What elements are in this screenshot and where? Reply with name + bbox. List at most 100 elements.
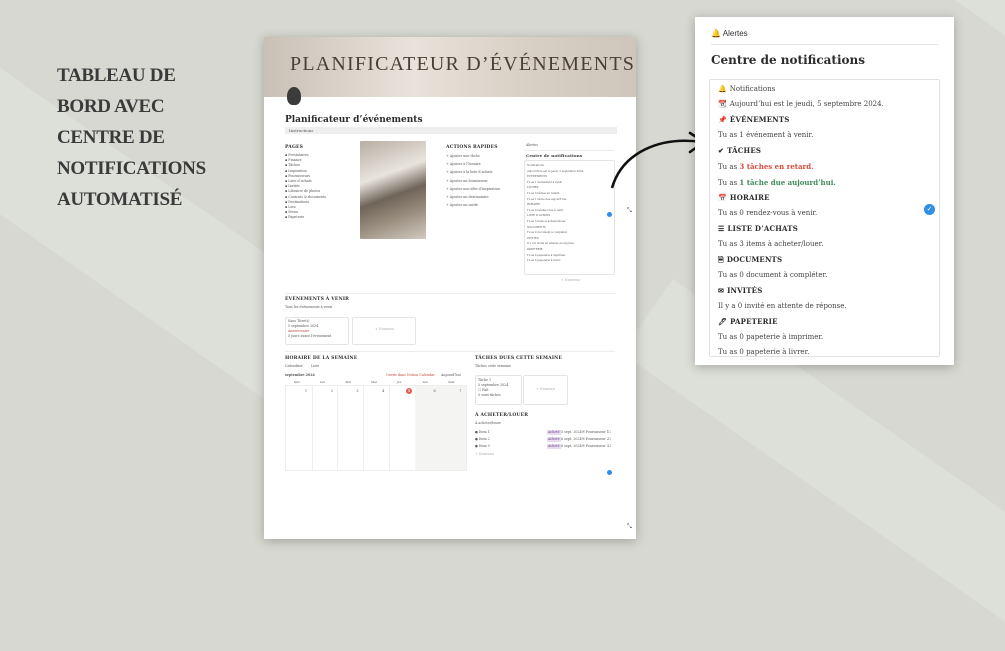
mini-new-button[interactable]: + Nouveau <box>561 278 580 283</box>
promo-headline: TABLEAU DE BORD AVEC CENTRE DE NOTIFICAT… <box>57 60 247 215</box>
notification-text: Notifications <box>729 85 776 93</box>
open-calendar-button[interactable]: Ouvrir dans Notion Calendar <box>386 373 435 378</box>
event-new-button[interactable]: + Nouveau <box>375 327 394 332</box>
mini-notification-row: Tu as 3 tâches en retard. <box>527 192 560 195</box>
headline-line: CENTRE DE <box>57 127 165 148</box>
shop-item-tag: Acheté <box>547 437 561 443</box>
shop-item-date: 5 sept. 2024 <box>561 430 582 434</box>
mini-center-title: Centre de notifications <box>526 153 583 158</box>
calendar-icon: 📅 <box>718 193 727 202</box>
notification-text: HORAIRE <box>729 193 770 202</box>
quick-action-button[interactable]: + Ajouter un fournisseur <box>446 179 488 184</box>
mini-notification-row: Tu as 0 document à compléter. <box>527 231 568 235</box>
notification-row: Tu as 3 items à acheter/louer. <box>718 240 823 248</box>
tab-list[interactable]: Liste <box>311 364 319 369</box>
bell-icon: 🔔 <box>718 85 727 93</box>
mini-notification-row: Tu as 3 items à acheter/louer. <box>527 220 567 223</box>
instructions-toggle[interactable]: Instructions <box>285 127 617 134</box>
shop-item-date: 6 sept. 2024 <box>561 444 582 448</box>
page-icon[interactable] <box>287 87 301 105</box>
calendar-column-divider <box>363 386 365 470</box>
quick-action-button[interactable]: + Ajouter une idée d’inspiration <box>446 187 500 192</box>
alerts-label: Alertes <box>722 29 748 38</box>
quick-action-button[interactable]: + Ajouter à la liste d’achats <box>446 170 493 175</box>
quick-action-button[interactable]: + Ajouter une tâche <box>446 154 480 159</box>
shop-item-tag: Acheté <box>547 444 561 450</box>
shop-item-vendor[interactable]: 🗎 Fournisseur 2 <box>582 437 609 442</box>
quick-action-button[interactable]: + Ajouter un invité <box>446 203 478 208</box>
mini-notification-row: LISTE D’ACHATS <box>527 214 551 218</box>
envelope-icon: ✉ <box>718 286 725 295</box>
task-new-button[interactable]: + Nouveau <box>536 387 555 392</box>
notification-row: 🖊 PAPETERIE <box>718 317 778 326</box>
calendar-date[interactable]: 6 <box>434 389 436 394</box>
mini-notification-row: Tu as 0 papeterie à imprimer. <box>527 253 566 257</box>
check-icon[interactable]: ✓ <box>924 204 935 215</box>
tasks-view-tab[interactable]: Tâches cette semaine <box>475 364 511 369</box>
check-icon <box>607 470 612 475</box>
divider <box>285 293 615 294</box>
notification-highlight: 1 tâche due aujourd’hui. <box>739 178 836 187</box>
shop-item-vendor[interactable]: 🗎 Fournisseur 1 <box>582 430 609 435</box>
notification-row: Tu as 1 événement à venir. <box>718 131 813 139</box>
mini-notification-row: ÉVÉNEMENTS <box>527 175 548 179</box>
today-button[interactable]: Aujourd’hui <box>441 373 461 378</box>
calendar-date[interactable]: 1 <box>305 389 307 394</box>
pen-icon: 🖊 <box>718 317 728 326</box>
mini-notification-row: DOCUMENTS <box>527 225 546 229</box>
notification-row: 📆 Aujourd’hui est le jeudi, 5 septembre 2… <box>718 100 884 108</box>
document-icon: 🗎 <box>718 255 724 264</box>
divider <box>524 150 614 151</box>
mini-notification-row: Notifications <box>527 164 544 167</box>
calendar-date[interactable]: 2 <box>331 389 333 394</box>
calendar-date[interactable]: 5 <box>408 389 410 394</box>
pin-icon: 📌 <box>718 115 727 124</box>
calendar-date[interactable]: 4 <box>382 389 384 394</box>
checkmark-icon: ✔ <box>718 146 725 155</box>
notification-list: 🔔 Notifications 📆 Aujourd’hui est le jeudi,… <box>709 79 940 357</box>
shop-item-checkbox[interactable]: ☐ <box>608 437 611 442</box>
shop-view-tab[interactable]: À acheter/louer <box>475 421 501 426</box>
notification-text: Tu as <box>718 163 740 171</box>
mini-notification-row: Tu as 1 tâche due aujourd’hui. <box>527 197 568 201</box>
shop-item-checkbox[interactable]: ☐ <box>608 444 611 449</box>
calendar-day-name: Lun <box>319 380 326 384</box>
mini-notification-row: PAPETERIE <box>527 248 543 251</box>
notification-text: Tu as 3 items à acheter/louer. <box>718 240 824 248</box>
calendar-month: septembre 2024 <box>285 373 315 377</box>
resize-handle-icon[interactable]: ⤡ <box>627 207 632 215</box>
shop-item-name[interactable]: ● Item 3 <box>475 444 490 449</box>
list-icon: ☰ <box>718 224 725 233</box>
notification-highlight: 3 tâches en retard. <box>739 162 814 171</box>
quick-action-button[interactable]: + Ajouter un destinataire <box>446 195 489 200</box>
notification-row: Tu as 0 document à compléter. <box>718 271 827 279</box>
mini-notification-row: Tu as 0 papeterie à livrer. <box>527 259 561 263</box>
notification-row: Tu as 0 papeterie à imprimer. <box>718 333 823 341</box>
shop-item-name[interactable]: ● Item 2 <box>475 437 490 442</box>
mini-notification-row: TÂCHES <box>527 186 539 190</box>
quick-action-button[interactable]: + Ajouter à l’horaire <box>446 162 481 167</box>
tasks-heading: TÂCHES DUES CETTE SEMAINE <box>475 356 563 361</box>
divider <box>711 44 938 45</box>
shop-new-button[interactable]: + Nouveau <box>475 452 494 457</box>
shop-item-vendor[interactable]: 🗎 Fournisseur 3 <box>582 444 609 449</box>
notification-text: ÉVÉNEMENTS <box>729 115 790 124</box>
notification-panel: 🔔 Alertes Centre de notifications 🔔 Notif… <box>695 17 954 365</box>
headline-line: TABLEAU DE <box>57 65 176 86</box>
calendar-date[interactable]: 7 <box>459 389 461 394</box>
mini-alerts-label: Alertes <box>526 143 538 147</box>
notification-text: LISTE D’ACHATS <box>727 224 798 233</box>
calendar-date[interactable]: 3 <box>356 389 358 394</box>
event-card-line: 5 jours avant l’événement <box>288 334 332 338</box>
notification-row: ✔ TÂCHES <box>718 146 761 155</box>
sidebar-page-link[interactable]: ▪ Papeterie <box>285 215 304 220</box>
headline-line: AUTOMATISÉ <box>57 189 183 210</box>
calendar-day-name: Dim <box>294 380 300 384</box>
tab-calendar[interactable]: Calendrier <box>285 364 303 369</box>
check-icon <box>607 212 612 217</box>
headline-line: NOTIFICATIONS <box>57 158 206 179</box>
shop-item-checkbox[interactable]: ☐ <box>608 430 611 435</box>
events-view-tab[interactable]: Tous les événements à venir <box>285 305 332 310</box>
shop-item-name[interactable]: ● Item 1 <box>475 430 490 435</box>
resize-handle-icon[interactable]: ⤡ <box>627 523 632 531</box>
